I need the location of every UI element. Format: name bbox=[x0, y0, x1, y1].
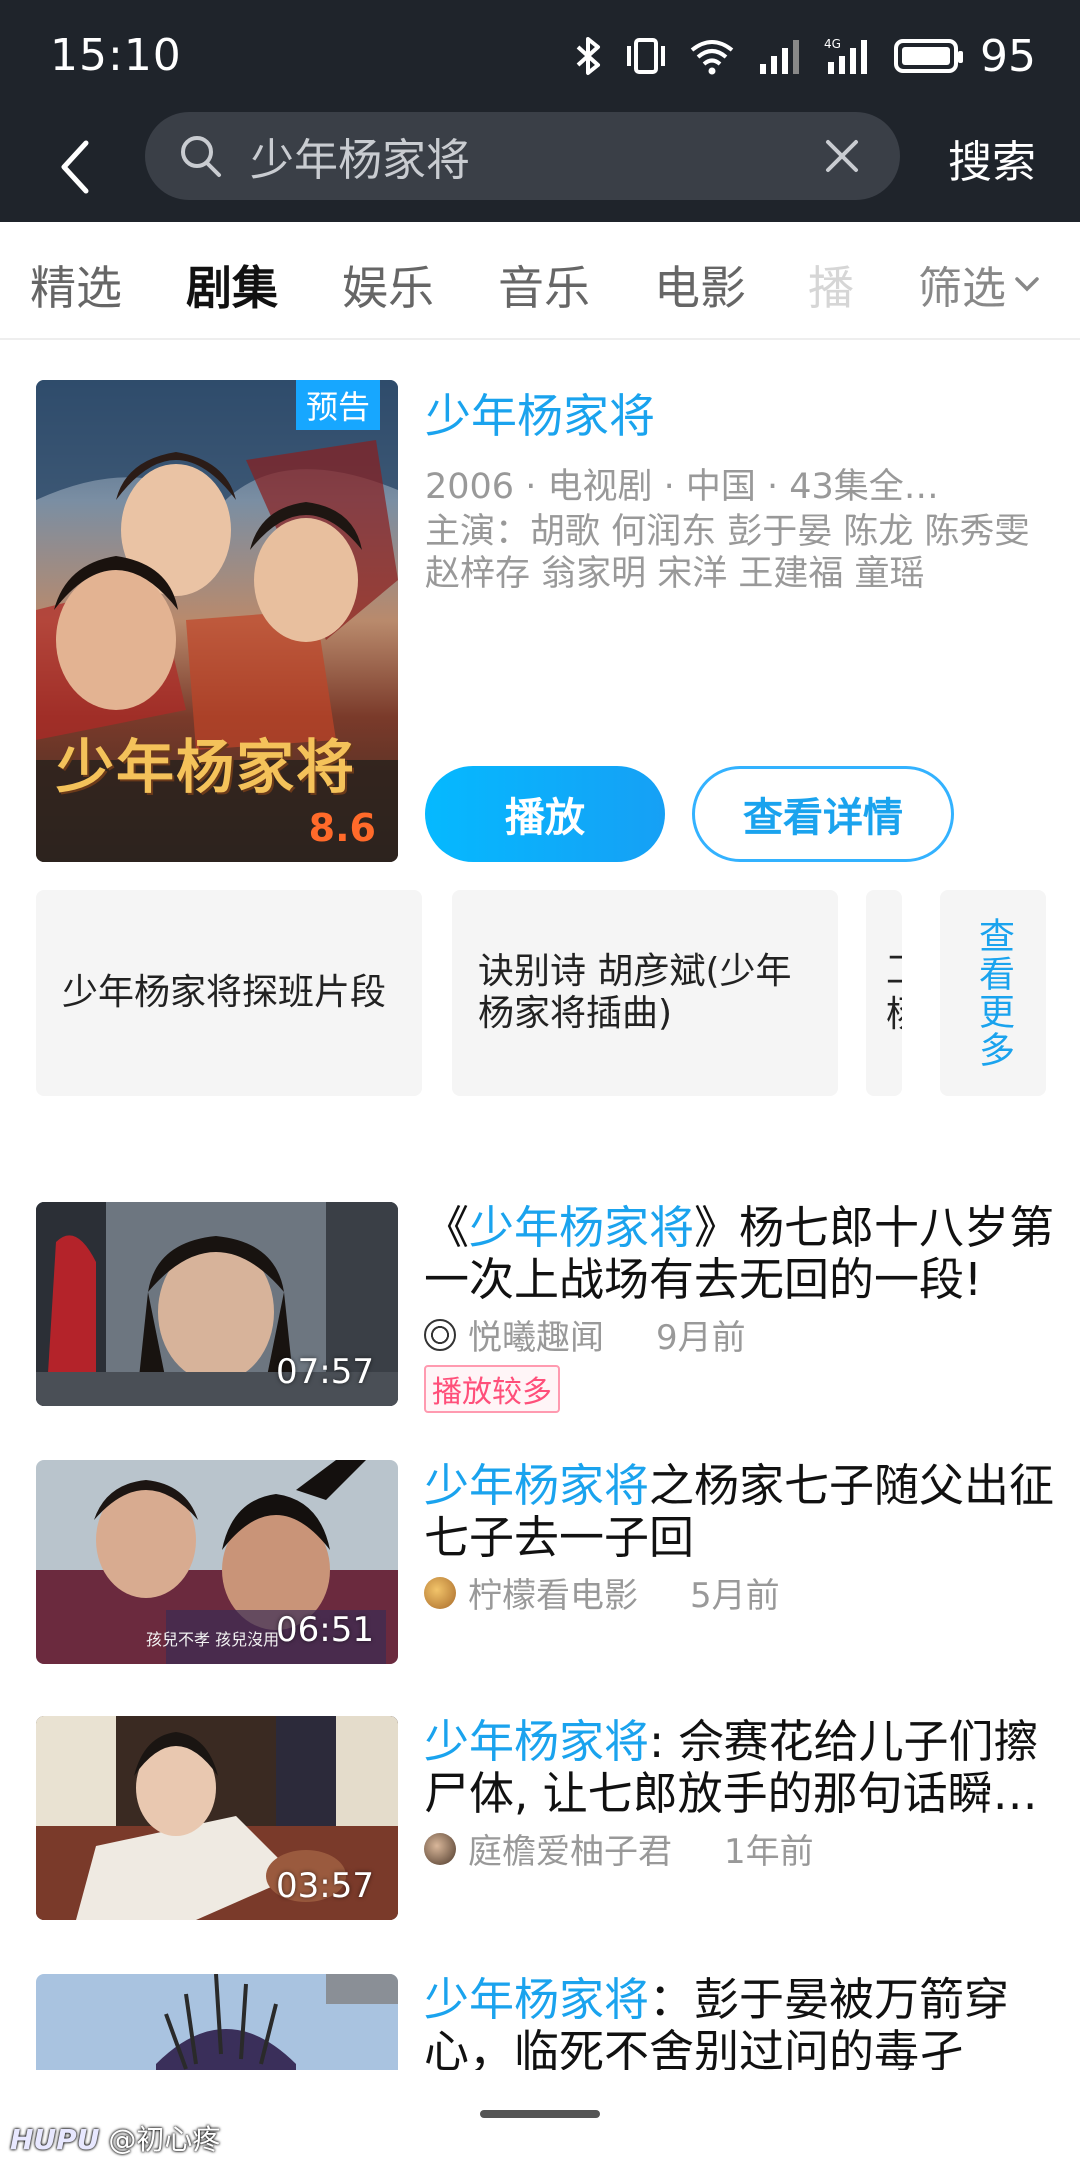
title-prefix: 《 bbox=[424, 1202, 470, 1254]
list-item[interactable]: 03:57 少年杨家将: 佘赛花给儿子们擦尸体, 让七郎放手的那句话瞬… 庭檐爱… bbox=[36, 1716, 1046, 1920]
video-text: 《少年杨家将》杨七郎十八岁第一次上战场有去无回的一段! 悦曦趣闻 9月前 播放较… bbox=[424, 1202, 1074, 1413]
list-item[interactable]: 少年杨家将：彭于晏被万箭穿心，临死不舍别过问的毒孑 bbox=[36, 1974, 1046, 2070]
video-title[interactable]: 少年杨家将：彭于晏被万箭穿心，临死不舍别过问的毒孑 bbox=[424, 1974, 1074, 2070]
video-time: 9月前 bbox=[656, 1318, 746, 1358]
video-meta: 悦曦趣闻 9月前 bbox=[424, 1310, 1074, 1359]
clip-card[interactable]: 工杨 bbox=[866, 890, 902, 1096]
search-row: 搜索 bbox=[0, 112, 1080, 222]
search-icon bbox=[181, 136, 221, 177]
list-item[interactable]: 孩兒不孝 孩兒沒用 06:51 少年杨家将之杨家七子随父出征七子去一子回 柠檬看… bbox=[36, 1460, 1054, 1664]
watermark-handle: @初心疼 bbox=[108, 2123, 221, 2156]
status-bar: 15:10 4G 95 bbox=[0, 0, 1080, 112]
status-time: 15:10 bbox=[50, 30, 182, 81]
video-time: 1年前 bbox=[724, 1832, 814, 1872]
video-title[interactable]: 《少年杨家将》杨七郎十八岁第一次上战场有去无回的一段! bbox=[424, 1202, 1074, 1306]
tab-movie[interactable]: 电影 bbox=[654, 252, 746, 318]
watermark-logo: HUPU bbox=[10, 2123, 100, 2156]
clip-row: 少年杨家将探班片段 诀别诗 胡彦斌(少年杨家将插曲) 工杨 查看更多 bbox=[36, 890, 1046, 1096]
video-author[interactable]: 庭檐爱柚子君 bbox=[468, 1824, 672, 1873]
feature-info: 少年杨家将 2006 · 电视剧 · 中国 · 43集全… 主演：胡歌 何润东 … bbox=[425, 380, 1045, 595]
video-text: 少年杨家将：彭于晏被万箭穿心，临死不舍别过问的毒孑 bbox=[424, 1974, 1074, 2070]
view-details-button[interactable]: 查看详情 bbox=[692, 766, 954, 862]
video-text: 少年杨家将之杨家七子随父出征七子去一子回 柠檬看电影 5月前 bbox=[424, 1460, 1074, 1617]
title-highlight: 少年杨家将 bbox=[424, 1974, 650, 2026]
clip-label: 少年杨家将探班片段 bbox=[62, 972, 387, 1013]
title-highlight: 少年杨家将 bbox=[424, 1460, 650, 1512]
clip-label: 诀别诗 胡彦斌(少年杨家将插曲) bbox=[478, 951, 792, 1034]
popular-tag: 播放较多 bbox=[424, 1365, 560, 1413]
bluetooth-icon bbox=[576, 37, 600, 75]
status-icons: 4G 95 bbox=[574, 28, 1036, 84]
wifi-icon bbox=[690, 40, 734, 75]
video-duration: 03:57 bbox=[276, 1866, 374, 1906]
video-title[interactable]: 少年杨家将之杨家七子随父出征七子去一子回 bbox=[424, 1460, 1074, 1564]
video-thumbnail[interactable]: 03:57 bbox=[36, 1716, 398, 1920]
poster-title-art: 少年杨家将 bbox=[56, 733, 357, 801]
list-clip-region: 少年杨家将：彭于晏被万箭穿心，临死不舍别过问的毒孑 bbox=[0, 1974, 1080, 2070]
video-author[interactable]: 柠檬看电影 bbox=[468, 1568, 638, 1617]
play-button[interactable]: 播放 bbox=[425, 766, 665, 862]
4g-signal-icon: 4G bbox=[824, 37, 867, 74]
watermark: HUPU @初心疼 bbox=[10, 2118, 220, 2158]
trailer-badge: 预告 bbox=[295, 380, 380, 430]
video-meta: 柠檬看电影 5月前 bbox=[424, 1568, 1074, 1617]
category-tabs: 精选 剧集 娱乐 音乐 电影 播 筛选 bbox=[0, 222, 1080, 340]
video-subtitle: 孩兒不孝 孩兒沒用 bbox=[146, 1630, 280, 1649]
clip-label: 工杨 bbox=[886, 949, 902, 1037]
tab-entertainment[interactable]: 娱乐 bbox=[342, 252, 434, 318]
avatar bbox=[424, 1832, 456, 1865]
video-thumbnail[interactable]: 孩兒不孝 孩兒沒用 06:51 bbox=[36, 1460, 398, 1664]
filter-button[interactable]: 筛选 bbox=[918, 252, 1040, 316]
tab-music[interactable]: 音乐 bbox=[498, 252, 590, 318]
feature-title[interactable]: 少年杨家将 bbox=[425, 380, 1045, 446]
search-input[interactable] bbox=[250, 126, 810, 186]
feature-cast: 主演：胡歌 何润东 彭于晏 陈龙 陈秀雯 赵梓存 翁家明 宋洋 王建福 童瑶 bbox=[425, 512, 1030, 594]
tab-featured[interactable]: 精选 bbox=[30, 252, 122, 318]
battery-icon bbox=[894, 39, 963, 73]
video-thumbnail[interactable]: 07:57 bbox=[36, 1202, 398, 1406]
feature-meta: 2006 · 电视剧 · 中国 · 43集全… bbox=[425, 467, 939, 507]
vibrate-icon bbox=[627, 38, 665, 74]
feature-poster[interactable]: 少年杨家将 预告 8.6 bbox=[36, 380, 398, 862]
clip-card[interactable]: 诀别诗 胡彦斌(少年杨家将插曲) bbox=[452, 890, 838, 1096]
back-button[interactable] bbox=[44, 128, 104, 206]
battery-percent: 95 bbox=[980, 30, 1036, 82]
video-duration: 06:51 bbox=[276, 1610, 374, 1650]
chevron-left-icon bbox=[61, 140, 89, 194]
video-duration: 07:57 bbox=[276, 1352, 374, 1392]
avatar bbox=[424, 1576, 456, 1609]
search-button[interactable]: 搜索 bbox=[948, 126, 1036, 190]
top-bar: 15:10 4G 95 搜索 bbox=[0, 0, 1080, 222]
video-text: 少年杨家将: 佘赛花给儿子们擦尸体, 让七郎放手的那句话瞬… 庭檐爱柚子君 1年… bbox=[424, 1716, 1074, 1873]
avatar bbox=[424, 1318, 456, 1351]
tab-broadcast[interactable]: 播 bbox=[808, 252, 854, 318]
video-title[interactable]: 少年杨家将: 佘赛花给儿子们擦尸体, 让七郎放手的那句话瞬… bbox=[424, 1716, 1074, 1820]
home-indicator[interactable] bbox=[480, 2110, 600, 2118]
list-item[interactable]: 07:57 《少年杨家将》杨七郎十八岁第一次上战场有去无回的一段! 悦曦趣闻 9… bbox=[36, 1202, 1054, 1413]
chevron-down-icon bbox=[1015, 277, 1039, 292]
clear-icon[interactable] bbox=[820, 134, 864, 178]
signal-icon bbox=[760, 40, 799, 74]
thumbnail-art bbox=[36, 1974, 398, 2070]
video-thumbnail[interactable] bbox=[36, 1974, 398, 2070]
video-meta: 庭檐爱柚子君 1年前 bbox=[424, 1824, 1074, 1873]
filter-label: 筛选 bbox=[918, 263, 1006, 314]
svg-text:4G: 4G bbox=[824, 37, 841, 51]
title-highlight: 少年杨家将 bbox=[469, 1202, 695, 1254]
title-highlight: 少年杨家将 bbox=[424, 1716, 650, 1768]
video-author[interactable]: 悦曦趣闻 bbox=[468, 1310, 604, 1359]
video-time: 5月前 bbox=[690, 1576, 780, 1616]
view-more-button[interactable]: 查看更多 bbox=[940, 890, 1046, 1096]
tab-series[interactable]: 剧集 bbox=[186, 252, 278, 318]
clip-card[interactable]: 少年杨家将探班片段 bbox=[36, 890, 422, 1096]
rating-score: 8.6 bbox=[308, 806, 376, 850]
search-box[interactable] bbox=[145, 112, 900, 200]
